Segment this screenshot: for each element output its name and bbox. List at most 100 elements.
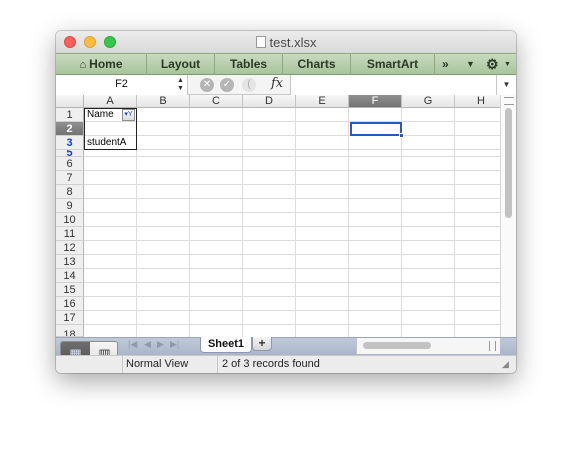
window-title: test.xlsx bbox=[56, 35, 516, 50]
tab-smartart-label: SmartArt bbox=[366, 57, 419, 71]
row-header-13[interactable]: 13 bbox=[56, 255, 84, 269]
gridline bbox=[84, 240, 500, 241]
tab-tables-label: Tables bbox=[229, 57, 268, 71]
tab-home[interactable]: ⌂ Home bbox=[56, 54, 147, 75]
formula-expand-icon[interactable]: ▼ bbox=[496, 75, 516, 95]
add-sheet-button[interactable]: + bbox=[252, 337, 272, 351]
row-header-7[interactable]: 7 bbox=[56, 171, 84, 185]
row-header-16[interactable]: 16 bbox=[56, 297, 84, 311]
selected-cell-f2[interactable] bbox=[350, 122, 402, 136]
cell-a3[interactable]: studentA bbox=[87, 136, 126, 150]
last-sheet-icon[interactable]: ▶| bbox=[170, 339, 179, 350]
gridline bbox=[84, 156, 500, 157]
vertical-split-handle[interactable] bbox=[504, 97, 514, 105]
row-header-9[interactable]: 9 bbox=[56, 199, 84, 213]
previous-sheet-icon[interactable]: ◀ bbox=[144, 339, 151, 350]
gridline bbox=[295, 108, 296, 337]
gridline bbox=[84, 198, 500, 199]
cancel-formula-icon[interactable]: ✕ bbox=[200, 78, 214, 92]
row-header-6[interactable]: 6 bbox=[56, 157, 84, 171]
status-bar: Normal View 2 of 3 records found bbox=[56, 355, 516, 373]
formula-bar: F2 ▲ ▼ ✕ ✓ ( fx ▼ bbox=[56, 75, 516, 95]
row-header-10[interactable]: 10 bbox=[56, 213, 84, 227]
row-header-12[interactable]: 12 bbox=[56, 241, 84, 255]
gridline bbox=[348, 108, 349, 337]
resize-grip-icon[interactable]: ◢ bbox=[502, 359, 509, 370]
confirm-formula-icon[interactable]: ✓ bbox=[220, 78, 234, 92]
tab-home-label: Home bbox=[89, 57, 123, 71]
name-box-stepper[interactable]: ▲ ▼ bbox=[174, 75, 188, 95]
row-header-17[interactable]: 17 bbox=[56, 311, 84, 325]
fx-button[interactable]: fx bbox=[271, 76, 283, 91]
chevron-down-icon[interactable]: ▼ bbox=[466, 54, 475, 75]
gridline bbox=[84, 212, 500, 213]
tab-charts-label: Charts bbox=[297, 57, 336, 71]
gridline bbox=[401, 108, 402, 337]
row-header-1[interactable]: 1 bbox=[56, 108, 84, 122]
row-header-3[interactable]: 3 bbox=[56, 136, 84, 150]
row-header-2[interactable]: 2 bbox=[56, 122, 84, 136]
select-all-corner[interactable] bbox=[56, 95, 84, 108]
chevrons-right-icon[interactable]: » bbox=[442, 54, 449, 75]
home-icon: ⌂ bbox=[79, 59, 87, 71]
gridline bbox=[242, 108, 243, 337]
title-bar: test.xlsx bbox=[56, 31, 516, 53]
column-header-a[interactable]: A bbox=[84, 95, 137, 108]
vertical-scroll-thumb[interactable] bbox=[505, 108, 512, 218]
gear-icon[interactable]: ⚙ bbox=[486, 54, 499, 75]
tab-layout-label: Layout bbox=[160, 57, 201, 71]
gridline bbox=[84, 296, 500, 297]
first-sheet-icon[interactable]: |◀ bbox=[128, 339, 137, 350]
records-found-label: 2 of 3 records found bbox=[222, 358, 320, 370]
window-title-text: test.xlsx bbox=[269, 35, 317, 50]
vertical-scrollbar[interactable] bbox=[500, 95, 516, 337]
cell-a1[interactable]: Name bbox=[87, 108, 114, 122]
spreadsheet-grid[interactable]: A B C D E F G H 1 2 3 5 6 7 8 9 10 11 12… bbox=[56, 95, 500, 337]
gridline bbox=[84, 149, 500, 150]
column-header-f[interactable]: F bbox=[349, 95, 402, 108]
ribbon-tab-bar: ⌂ Home Layout Tables Charts SmartArt » ▼ … bbox=[56, 53, 516, 75]
gridline bbox=[84, 310, 500, 311]
gridline bbox=[84, 121, 500, 122]
gridline bbox=[454, 108, 455, 337]
gear-menu-arrow-icon[interactable]: ▼ bbox=[504, 54, 511, 75]
column-header-c[interactable]: C bbox=[190, 95, 243, 108]
row-header-15[interactable]: 15 bbox=[56, 283, 84, 297]
sheet-tab-sheet1[interactable]: Sheet1 bbox=[200, 337, 252, 353]
row-header-18[interactable]: 18 bbox=[56, 325, 84, 337]
filter-icon[interactable]: ▾Y bbox=[122, 109, 135, 121]
row-header-14[interactable]: 14 bbox=[56, 269, 84, 283]
gridline bbox=[84, 282, 500, 283]
horizontal-split-handle[interactable] bbox=[489, 341, 496, 351]
column-header-h[interactable]: H bbox=[455, 95, 500, 108]
column-header-b[interactable]: B bbox=[137, 95, 190, 108]
column-header-d[interactable]: D bbox=[243, 95, 296, 108]
tab-tables[interactable]: Tables bbox=[215, 54, 283, 75]
tab-smartart[interactable]: SmartArt bbox=[351, 54, 435, 75]
insert-function-paren-icon[interactable]: ( bbox=[242, 78, 256, 92]
gridline bbox=[189, 108, 190, 337]
column-header-e[interactable]: E bbox=[296, 95, 349, 108]
row-header-5[interactable]: 5 bbox=[56, 150, 84, 157]
column-header-g[interactable]: G bbox=[402, 95, 455, 108]
gridline bbox=[84, 268, 500, 269]
row-header-8[interactable]: 8 bbox=[56, 185, 84, 199]
excel-window: test.xlsx ⌂ Home Layout Tables Charts Sma… bbox=[56, 31, 516, 373]
next-sheet-icon[interactable]: ▶ bbox=[157, 339, 164, 350]
gridline bbox=[84, 324, 500, 325]
view-mode-label: Normal View bbox=[122, 356, 218, 373]
gridline bbox=[84, 135, 500, 136]
horizontal-scrollbar[interactable] bbox=[356, 338, 500, 354]
tab-layout[interactable]: Layout bbox=[147, 54, 215, 75]
name-box[interactable]: F2 bbox=[56, 75, 188, 95]
gridline bbox=[84, 226, 500, 227]
document-icon bbox=[255, 36, 266, 48]
gridline bbox=[84, 184, 500, 185]
formula-input[interactable] bbox=[291, 75, 496, 95]
gridline bbox=[84, 170, 500, 171]
fill-handle[interactable] bbox=[399, 133, 404, 138]
gridline bbox=[84, 254, 500, 255]
horizontal-scroll-thumb[interactable] bbox=[363, 342, 431, 349]
row-header-11[interactable]: 11 bbox=[56, 227, 84, 241]
tab-charts[interactable]: Charts bbox=[283, 54, 351, 75]
